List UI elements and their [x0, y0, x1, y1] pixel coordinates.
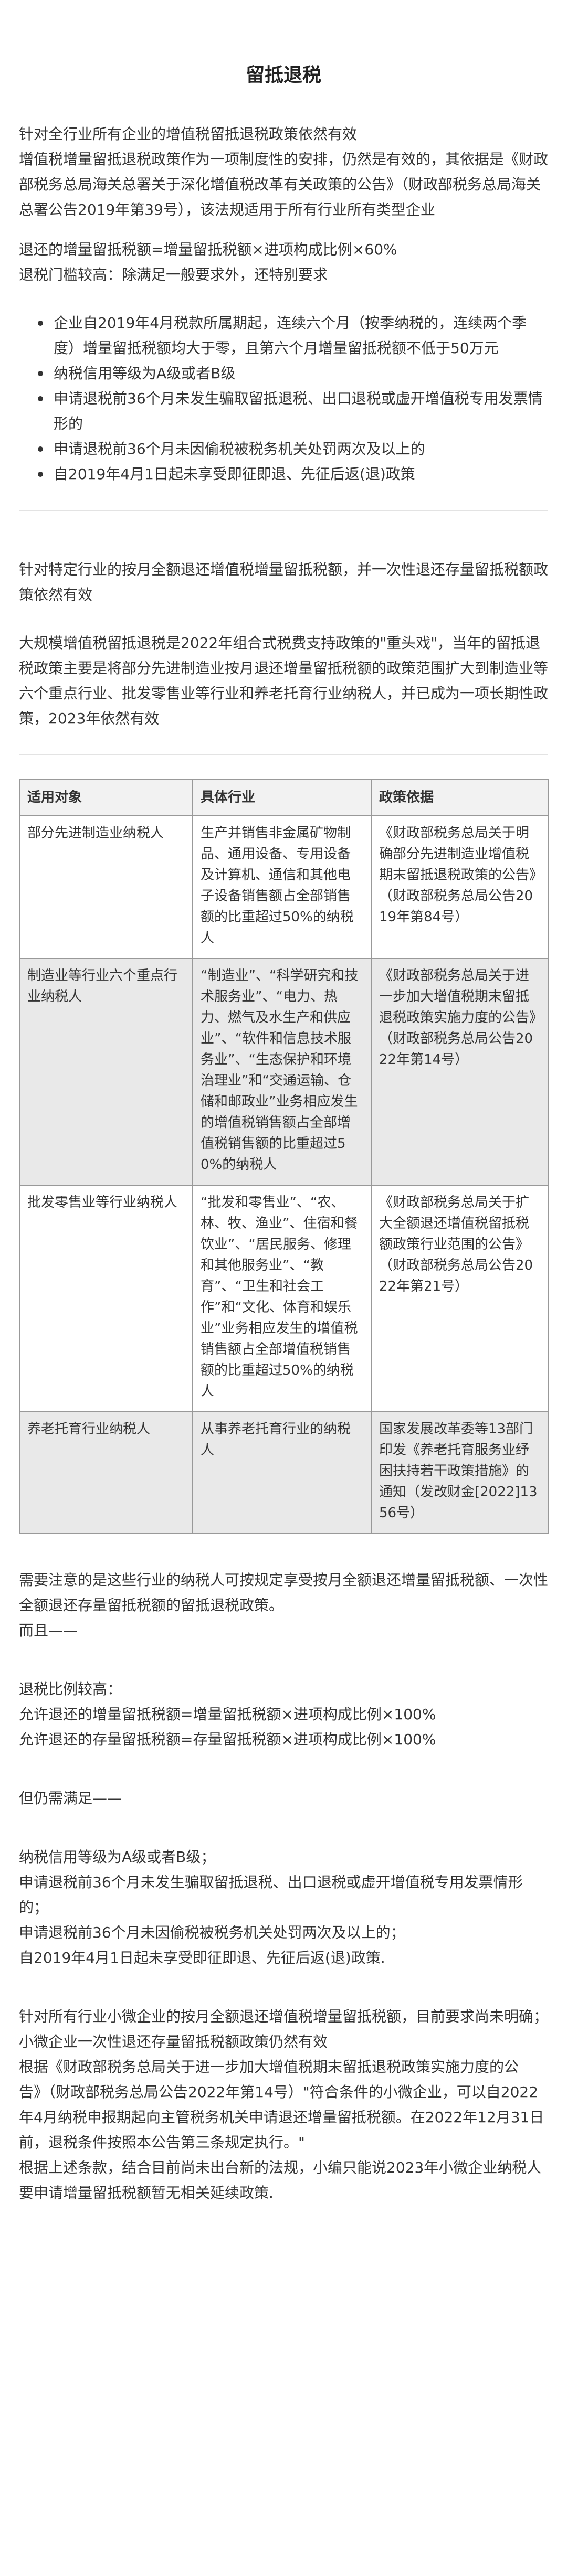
condition-text: 企业自2019年4月税款所属期起，连续六个月（按季纳税的，连续两个季度）增量留抵… — [54, 314, 527, 357]
basis-cell: 国家发展改革委等13部门印发《养老托育服务业纾困扶持若干政策措施》的通知（发改财… — [371, 1411, 549, 1534]
policy-table: 适用对象 具体行业 政策依据 部分先进制造业纳税人 生产并销售非金属矿物制品、通… — [19, 779, 549, 1534]
section2-body: 大规模增值税留抵退税是2022年组合式税费支持政策的"重头戏"，当年的留抵退税政… — [19, 634, 549, 727]
conditions-list: 企业自2019年4月税款所属期起，连续六个月（按季纳税的，连续两个季度）增量留抵… — [19, 311, 548, 487]
list-item: 申请退税前36个月未因偷税被税务机关处罚两次及以上的 — [38, 437, 548, 462]
bullet-icon — [38, 371, 43, 376]
ratio-line: 允许退还的存量留抵税额=存量留抵税额×进项构成比例×100% — [19, 1731, 436, 1748]
condition-text: 纳税信用等级为A级或者B级 — [54, 365, 236, 382]
section-small-business: 针对所有行业小微企业的按月全额退还增值税增量留抵税额，目前要求尚未明确；小微企业… — [19, 2004, 548, 2206]
requirement-line: 自2019年4月1日起未享受即征即退、先征后返(退)政策. — [19, 1949, 385, 1966]
section4-conclusion: 根据上述条款，结合目前尚未出台新的法规，小编只能说2023年小微企业纳税人要申请… — [19, 2159, 542, 2201]
basis-cell: 《财政部税务总局关于扩大全额退还增值税留抵税额政策行业范围的公告》（财政部税务总… — [371, 1185, 549, 1412]
industry-cell: 从事养老托育行业的纳税人 — [192, 1411, 372, 1534]
bullet-icon — [38, 321, 43, 326]
table-row: 批发零售业等行业纳税人 “批发和零售业”、“农、林、牧、渔业”、住宿和餐饮业”、… — [19, 1185, 549, 1412]
table-header-row: 适用对象 具体行业 政策依据 — [19, 779, 549, 816]
section-industry-policy: 针对特定行业的按月全额退还增值税增量留抵税额，并一次性退还存量留抵税额政策依然有… — [19, 557, 548, 731]
article: 留抵退税 针对全行业所有企业的增值税留抵退税政策依然有效 增值税增量留抵退税政策… — [0, 0, 567, 2576]
column-header: 适用对象 — [19, 779, 193, 816]
target-cell: 批发零售业等行业纳税人 — [19, 1185, 193, 1412]
industry-cell: “制造业”、“科学研究和技术服务业”、“电力、热力、燃气及水生产和供应业”、“软… — [192, 958, 372, 1186]
list-item: 申请退税前36个月未发生骗取留抵退税、出口退税或虚开增值税专用发票情形的 — [38, 386, 548, 437]
requirement-line: 申请退税前36个月未发生骗取留抵退税、出口退税或虚开增值税专用发票情形的； — [19, 1874, 523, 1916]
industry-cell: “批发和零售业”、“农、林、牧、渔业”、住宿和餐饮业”、“居民服务、修理和其他服… — [192, 1185, 372, 1412]
requirement-line: 纳税信用等级为A级或者B级； — [19, 1848, 216, 1866]
industry-cell: 生产并销售非金属矿物制品、通用设备、专用设备及计算机、通信和其他电子设备销售额占… — [192, 815, 372, 959]
section1-formula: 退还的增量留抵税额=增量留抵税额×进项构成比例×60% — [19, 241, 397, 258]
section3-and: 而且—— — [19, 1622, 78, 1639]
bullet-icon — [38, 396, 43, 401]
table-row: 制造业等行业六个重点行业纳税人 “制造业”、“科学研究和技术服务业”、“电力、热… — [19, 958, 549, 1186]
section4-intro: 针对所有行业小微企业的按月全额退还增值税增量留抵税额，目前要求尚未明确；小微企业… — [19, 2008, 549, 2050]
list-item: 纳税信用等级为A级或者B级 — [38, 361, 548, 386]
list-item: 企业自2019年4月税款所属期起，连续六个月（按季纳税的，连续两个季度）增量留抵… — [38, 311, 548, 361]
column-header: 政策依据 — [371, 779, 549, 816]
target-cell: 养老托育行业纳税人 — [19, 1411, 193, 1534]
table-row: 养老托育行业纳税人 从事养老托育行业的纳税人 国家发展改革委等13部门印发《养老… — [19, 1411, 549, 1534]
section1-body: 增值税增量留抵退税政策作为一项制度性的安排，仍然是有效的，其依据是《财政部税务总… — [19, 151, 549, 218]
section2-intro: 针对特定行业的按月全额退还增值税增量留抵税额，并一次性退还存量留抵税额政策依然有… — [19, 561, 549, 603]
target-cell: 部分先进制造业纳税人 — [19, 815, 193, 959]
target-cell: 制造业等行业六个重点行业纳税人 — [19, 958, 193, 1186]
basis-cell: 《财政部税务总局关于进一步加大增值税期末留抵退税政策实施力度的公告》（财政部税务… — [371, 958, 549, 1186]
condition-text: 申请退税前36个月未发生骗取留抵退税、出口退税或虚开增值税专用发票情形的 — [54, 390, 543, 432]
basis-cell: 《财政部税务总局关于明确部分先进制造业增值税期末留抵退税政策的公告》（财政部税务… — [371, 815, 549, 959]
section3-note: 需要注意的是这些行业的纳税人可按规定享受按月全额退还增量留抵税额、一次性全额退还… — [19, 1571, 549, 1614]
ratio-title: 退税比例较高： — [19, 1680, 122, 1698]
bullet-icon — [38, 472, 43, 477]
page-title: 留抵退税 — [245, 65, 321, 86]
section1-threshold: 退税门槛较高：除满足一般要求外，还特别要求 — [19, 266, 328, 283]
list-item: 自2019年4月1日起未享受即征即退、先征后返(退)政策 — [38, 462, 548, 487]
condition-text: 自2019年4月1日起未享受即征即退、先征后返(退)政策 — [54, 465, 415, 483]
column-header: 具体行业 — [192, 779, 372, 816]
ratio-line: 允许退还的增量留抵税额=增量留抵税额×进项构成比例×100% — [19, 1706, 436, 1723]
condition-text: 申请退税前36个月未因偷税被税务机关处罚两次及以上的 — [54, 440, 425, 457]
requirement-line: 申请退税前36个月未因偷税被税务机关处罚两次及以上的； — [19, 1924, 405, 1941]
section-general-policy: 针对全行业所有企业的增值税留抵退税政策依然有效 增值税增量留抵退税政策作为一项制… — [19, 122, 548, 487]
section-notes: 需要注意的是这些行业的纳税人可按规定享受按月全额退还增量留抵税额、一次性全额退还… — [19, 1568, 548, 1971]
bullet-icon — [38, 446, 43, 452]
section1-intro: 针对全行业所有企业的增值税留抵退税政策依然有效 — [19, 125, 358, 143]
table-row: 部分先进制造业纳税人 生产并销售非金属矿物制品、通用设备、专用设备及计算机、通信… — [19, 815, 549, 959]
still-required: 但仍需满足—— — [19, 1790, 122, 1807]
section4-basis: 根据《财政部税务总局关于进一步加大增值税期末留抵退税政策实施力度的公告》（财政部… — [19, 2058, 544, 2151]
